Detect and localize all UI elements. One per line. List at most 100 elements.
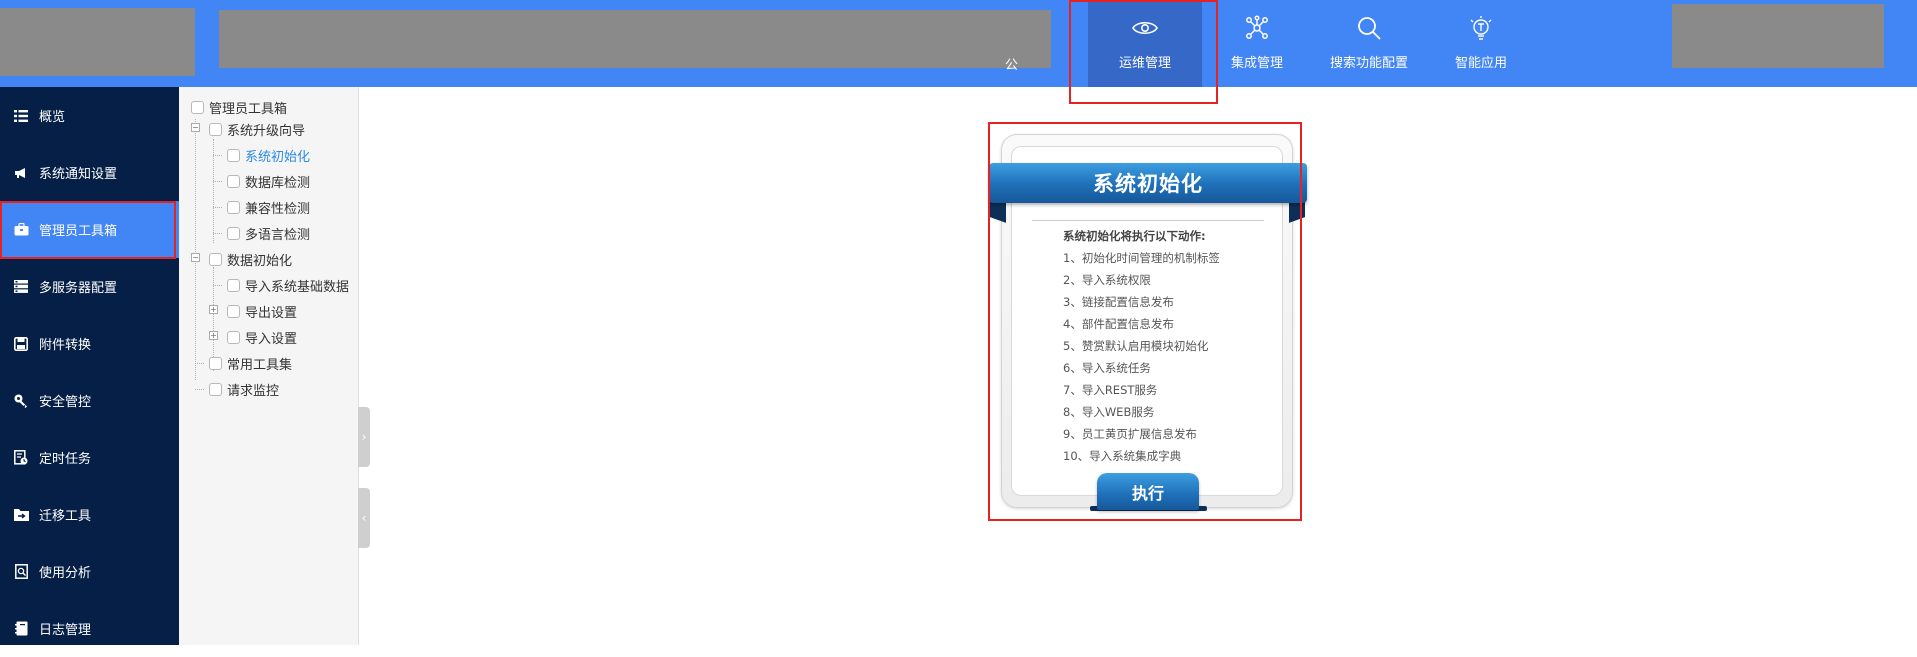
tree-connector [213,233,222,234]
tree-node-label: 数据库检测 [245,175,311,191]
step-item: 9、员工黄页扩展信息发布 [1063,427,1197,441]
execute-button[interactable]: 执行 [1097,473,1199,510]
tree-panel: 管理员工具箱 − 系统升级向导 系统初始化 数据库检测 兼容性检测 多语言检测 … [179,87,359,645]
analysis-doc-icon [13,564,29,580]
sidebar-item-label: 定时任务 [39,452,92,467]
file-icon [227,174,240,188]
tree-connector [195,389,204,390]
search-icon [1355,14,1383,42]
file-icon [209,356,222,370]
tree-node-data-init[interactable]: 数据初始化 [209,249,292,269]
step-item: 8、导入WEB服务 [1063,405,1155,419]
network-icon [1243,14,1271,42]
tree-node-common-tools[interactable]: 常用工具集 [209,353,292,373]
tree-node-import-settings[interactable]: 导入设置 [227,327,297,347]
sidebar-item-attachment-conversion[interactable]: 附件转换 [0,315,179,372]
tree-node-import-base-data[interactable]: 导入系统基础数据 [227,275,349,295]
tree-node-database-check[interactable]: 数据库检测 [227,171,310,191]
sidebar-item-label: 日志管理 [39,623,92,638]
log-book-icon [13,621,29,637]
nav-ops-management[interactable]: 运维管理 [1088,0,1202,87]
expand-panel-handle[interactable]: › [358,407,370,467]
nav-label: 智能应用 [1454,56,1507,71]
nav-search-config[interactable]: 搜索功能配置 [1312,0,1426,87]
save-icon [13,336,29,352]
sidebar-item-label: 管理员工具箱 [39,224,118,239]
file-icon [227,200,240,214]
chevron-right-icon: › [361,430,367,444]
tree-node-label: 多语言检测 [245,227,311,243]
sidebar-item-log-management[interactable]: 日志管理 [0,600,179,657]
key-icon [13,393,29,409]
tree-node-upgrade-wizard[interactable]: 系统升级向导 [209,119,305,139]
list-icon [13,108,29,124]
step-item: 6、导入系统任务 [1063,361,1151,375]
tree-node-request-monitor[interactable]: 请求监控 [209,379,279,399]
tree-node-system-init[interactable]: 系统初始化 [227,145,310,165]
nav-label: 集成管理 [1230,56,1283,71]
server-icon [13,279,29,295]
card-intro-text: 系统初始化将执行以下动作: [1063,229,1206,243]
tree-node-label: 请求监控 [227,383,280,399]
folder-arrow-icon [13,507,29,523]
scheduled-doc-icon [13,450,29,466]
card-title: 系统初始化 [989,163,1307,203]
expand-toggle[interactable]: + [209,305,218,314]
tree-connector [195,363,204,364]
tree-node-label: 系统初始化 [245,149,311,165]
sidebar-item-label: 系统通知设置 [39,167,118,182]
sidebar-item-migration-tools[interactable]: 迁移工具 [0,486,179,543]
eye-icon [1131,14,1159,42]
tree-connector [213,285,222,286]
sidebar-item-notification-settings[interactable]: 系统通知设置 [0,144,179,201]
collapse-toggle[interactable]: − [191,123,200,132]
folder-icon [227,330,240,344]
tree-node-label: 导入系统基础数据 [245,279,350,295]
folder-icon [191,100,204,114]
step-item: 1、初始化时间管理的机制标签 [1063,251,1220,265]
nav-label: 搜索功能配置 [1329,56,1408,71]
sidebar-item-label: 概览 [39,110,66,125]
sidebar-item-overview[interactable]: 概览 [0,87,179,144]
tree-node-label: 常用工具集 [227,357,293,373]
sidebar-item-security-control[interactable]: 安全管控 [0,372,179,429]
toolbox-icon [13,222,29,238]
collapse-toggle[interactable]: − [191,253,200,262]
step-item: 10、导入系统集成字典 [1063,449,1182,463]
lightbulb-icon [1467,14,1495,42]
collapse-panel-handle[interactable]: ‹ [358,488,370,548]
tree-node-label: 管理员工具箱 [209,101,288,117]
nav-label: 运维管理 [1118,56,1171,71]
file-icon [227,278,240,292]
tree-node-label: 数据初始化 [227,253,293,269]
nav-integration-management[interactable]: 集成管理 [1200,0,1314,87]
sidebar-item-usage-analysis[interactable]: 使用分析 [0,543,179,600]
tree-node-compatibility-check[interactable]: 兼容性检测 [227,197,310,217]
user-area-redacted [1672,4,1884,68]
top-navigation-bar: 公 运维管理 集成管理 搜索功能配置 智能应用 [0,0,1917,87]
tree-connector [213,155,222,156]
step-item: 2、导入系统权限 [1063,273,1151,287]
nav-partial-label: 公 [1005,58,1019,73]
tree-node-multilang-check[interactable]: 多语言检测 [227,223,310,243]
nav-items-redacted [219,10,1051,68]
sidebar-item-admin-toolbox[interactable]: 管理员工具箱 [0,201,179,258]
tree-node-export-settings[interactable]: 导出设置 [227,301,297,321]
nav-smart-apps[interactable]: 智能应用 [1424,0,1538,87]
sidebar-item-multi-server-config[interactable]: 多服务器配置 [0,258,179,315]
folder-icon [209,122,222,136]
logo-redacted [0,8,195,76]
tree-node-admin-toolbox[interactable]: 管理员工具箱 [191,97,287,117]
sidebar-item-label: 安全管控 [39,395,92,410]
file-icon [209,382,222,396]
sidebar-item-label: 迁移工具 [39,509,92,524]
sidebar: 概览 系统通知设置 管理员工具箱 多服务器配置 附件转换 安全管控 定时任务 迁… [0,87,179,645]
sidebar-item-scheduled-tasks[interactable]: 定时任务 [0,429,179,486]
file-icon [227,226,240,240]
tree-connector [213,207,222,208]
expand-toggle[interactable]: + [209,331,218,340]
tree-node-label: 导出设置 [245,305,298,321]
divider [1032,220,1264,221]
step-item: 7、导入REST服务 [1063,383,1158,397]
tree-node-label: 导入设置 [245,331,298,347]
